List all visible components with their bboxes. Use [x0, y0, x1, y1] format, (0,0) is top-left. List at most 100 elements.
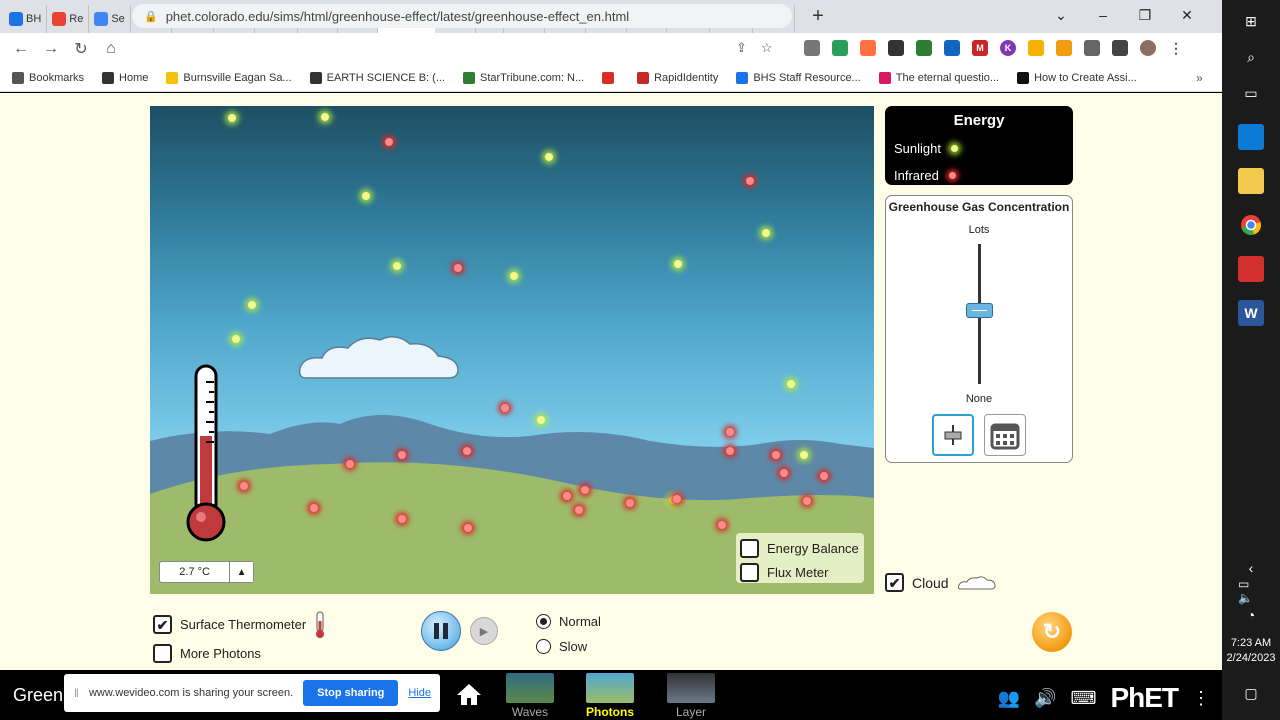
temperature-units-toggle[interactable]: ▲: [229, 562, 253, 582]
screen-label: Waves: [511, 705, 549, 719]
extension-icon[interactable]: [1056, 40, 1072, 56]
speed-slow-radio[interactable]: [536, 639, 551, 654]
home-icon[interactable]: ⌂: [96, 40, 126, 58]
screen-button[interactable]: Waves: [500, 673, 560, 719]
more-photons-label: More Photons: [180, 646, 261, 661]
browser-tab[interactable]: BH: [4, 4, 48, 33]
surface-thermometer-checkbox[interactable]: ✔: [153, 615, 172, 634]
new-tab-button[interactable]: +: [805, 5, 831, 28]
time-period-mode-button[interactable]: [984, 414, 1026, 456]
extension-icon[interactable]: [916, 40, 932, 56]
flux-meter-checkbox-row[interactable]: Flux Meter: [740, 560, 864, 584]
stop-sharing-button[interactable]: Stop sharing: [303, 680, 399, 706]
maximize-button[interactable]: ❐: [1124, 7, 1166, 24]
speed-normal-row[interactable]: Normal: [536, 609, 601, 634]
sunlight-photon: [362, 192, 370, 200]
more-photons-checkbox[interactable]: [153, 644, 172, 663]
wifi-icon[interactable]: ◔: [1238, 602, 1264, 628]
battery-volume-icon[interactable]: ▭ 🔈: [1238, 577, 1264, 605]
energy-balance-checkbox[interactable]: [740, 538, 759, 558]
energy-balance-checkbox-row[interactable]: Energy Balance: [740, 536, 864, 560]
task-view-icon[interactable]: ▭: [1238, 80, 1264, 106]
infrared-photon: [310, 504, 318, 512]
bookmark-item[interactable]: The eternal questio...: [878, 72, 999, 84]
bookmark-label: RapidIdentity: [654, 72, 719, 84]
drag-handle-icon[interactable]: ‖: [74, 686, 79, 700]
pause-button[interactable]: [421, 611, 461, 651]
bookmark-item[interactable]: BHS Staff Resource...: [736, 72, 861, 84]
phet-logo-text: PhET: [1110, 682, 1179, 713]
keyboard-icon[interactable]: ⌨: [1070, 688, 1096, 709]
bookmark-icon: [462, 72, 475, 84]
phet-menu-icon[interactable]: ⋮: [1192, 688, 1210, 709]
extension-icon[interactable]: [888, 40, 904, 56]
browser-tab[interactable]: Se: [89, 4, 131, 33]
chrome-icon[interactable]: [1238, 212, 1264, 238]
sunlight-photon: [545, 153, 553, 161]
accessibility-icon[interactable]: 👥: [998, 688, 1020, 709]
bookmark-item[interactable]: RapidIdentity: [637, 72, 718, 84]
hide-banner-link[interactable]: Hide: [408, 687, 431, 699]
bookmark-item[interactable]: StarTribune.com: N...: [462, 72, 584, 84]
slider-mode-button[interactable]: [932, 414, 974, 456]
bookmark-label: Home: [119, 72, 149, 84]
side-panel-icon[interactable]: [1112, 40, 1128, 56]
concentration-slider-thumb[interactable]: [966, 302, 993, 318]
bookmark-icon: [736, 72, 749, 84]
star-icon[interactable]: ☆: [761, 40, 773, 56]
more-photons-checkbox-row[interactable]: More Photons: [153, 639, 326, 668]
url-text: phet.colorado.edu/sims/html/greenhouse-e…: [165, 8, 630, 24]
extension-icon[interactable]: [832, 40, 848, 56]
speed-slow-row[interactable]: Slow: [536, 634, 601, 659]
extension-icon[interactable]: M: [972, 40, 988, 56]
profile-avatar[interactable]: [1140, 40, 1156, 56]
search-icon[interactable]: ⌕: [1238, 44, 1264, 70]
reload-icon[interactable]: ↻: [66, 39, 96, 59]
minimize-button[interactable]: –: [1082, 7, 1124, 23]
tab-search-icon[interactable]: ⌄: [1040, 7, 1082, 24]
flux-meter-checkbox[interactable]: [740, 562, 759, 582]
bookmark-label: EARTH SCIENCE B: (...: [326, 72, 445, 84]
back-icon[interactable]: ←: [6, 40, 36, 58]
infrared-photon: [385, 138, 393, 146]
infrared-photon: [803, 497, 811, 505]
more-bookmarks-icon[interactable]: »: [1196, 71, 1203, 85]
notifications-icon[interactable]: ▢: [1238, 680, 1264, 706]
reset-all-button[interactable]: ↻: [1032, 612, 1072, 652]
bookmark-item[interactable]: [602, 72, 619, 84]
audio-icon[interactable]: 🔊: [1034, 688, 1056, 709]
bookmark-item[interactable]: Burnsville Eagan Sa...: [166, 72, 292, 84]
screen-button[interactable]: Photons: [580, 673, 640, 719]
file-explorer-icon[interactable]: [1238, 168, 1264, 194]
bookmark-item[interactable]: Home: [102, 72, 148, 84]
windows-start-icon[interactable]: ⊞: [1238, 8, 1264, 34]
extension-icon[interactable]: [1028, 40, 1044, 56]
clock[interactable]: 7:23 AM 2/24/2023: [1222, 636, 1280, 666]
menu-icon[interactable]: ⋮: [1168, 40, 1184, 56]
extension-icon[interactable]: [860, 40, 876, 56]
bookmark-icon: [637, 72, 650, 84]
bookmark-item[interactable]: How to Create Assi...: [1017, 72, 1137, 84]
share-icon[interactable]: ⇪: [736, 40, 747, 56]
browser-tab[interactable]: Re: [47, 4, 90, 33]
extension-icon[interactable]: [804, 40, 820, 56]
acrobat-icon[interactable]: [1238, 256, 1264, 282]
speed-normal-radio[interactable]: [536, 614, 551, 629]
extension-icon[interactable]: [944, 40, 960, 56]
puzzle-icon[interactable]: [1084, 40, 1100, 56]
cloud-checkbox[interactable]: ✔: [885, 573, 904, 592]
extension-icon[interactable]: K: [1000, 40, 1016, 56]
store-icon[interactable]: [1238, 124, 1264, 150]
phet-home-icon[interactable]: [456, 682, 482, 706]
forward-icon[interactable]: →: [36, 40, 66, 58]
word-icon[interactable]: W: [1238, 300, 1264, 326]
infrared-photon: [718, 521, 726, 529]
url-input[interactable]: 🔒 phet.colorado.edu/sims/html/greenhouse…: [132, 4, 792, 28]
surface-thermometer-checkbox-row[interactable]: ✔ Surface Thermometer: [153, 610, 326, 639]
step-forward-button[interactable]: ▶: [470, 617, 498, 645]
close-window-button[interactable]: ✕: [1166, 7, 1208, 24]
screen-button[interactable]: Layer Model: [661, 673, 721, 720]
bookmark-item[interactable]: Bookmarks: [12, 72, 84, 84]
cloud-checkbox-row[interactable]: ✔ Cloud: [885, 573, 997, 592]
bookmark-item[interactable]: EARTH SCIENCE B: (...: [309, 72, 445, 84]
